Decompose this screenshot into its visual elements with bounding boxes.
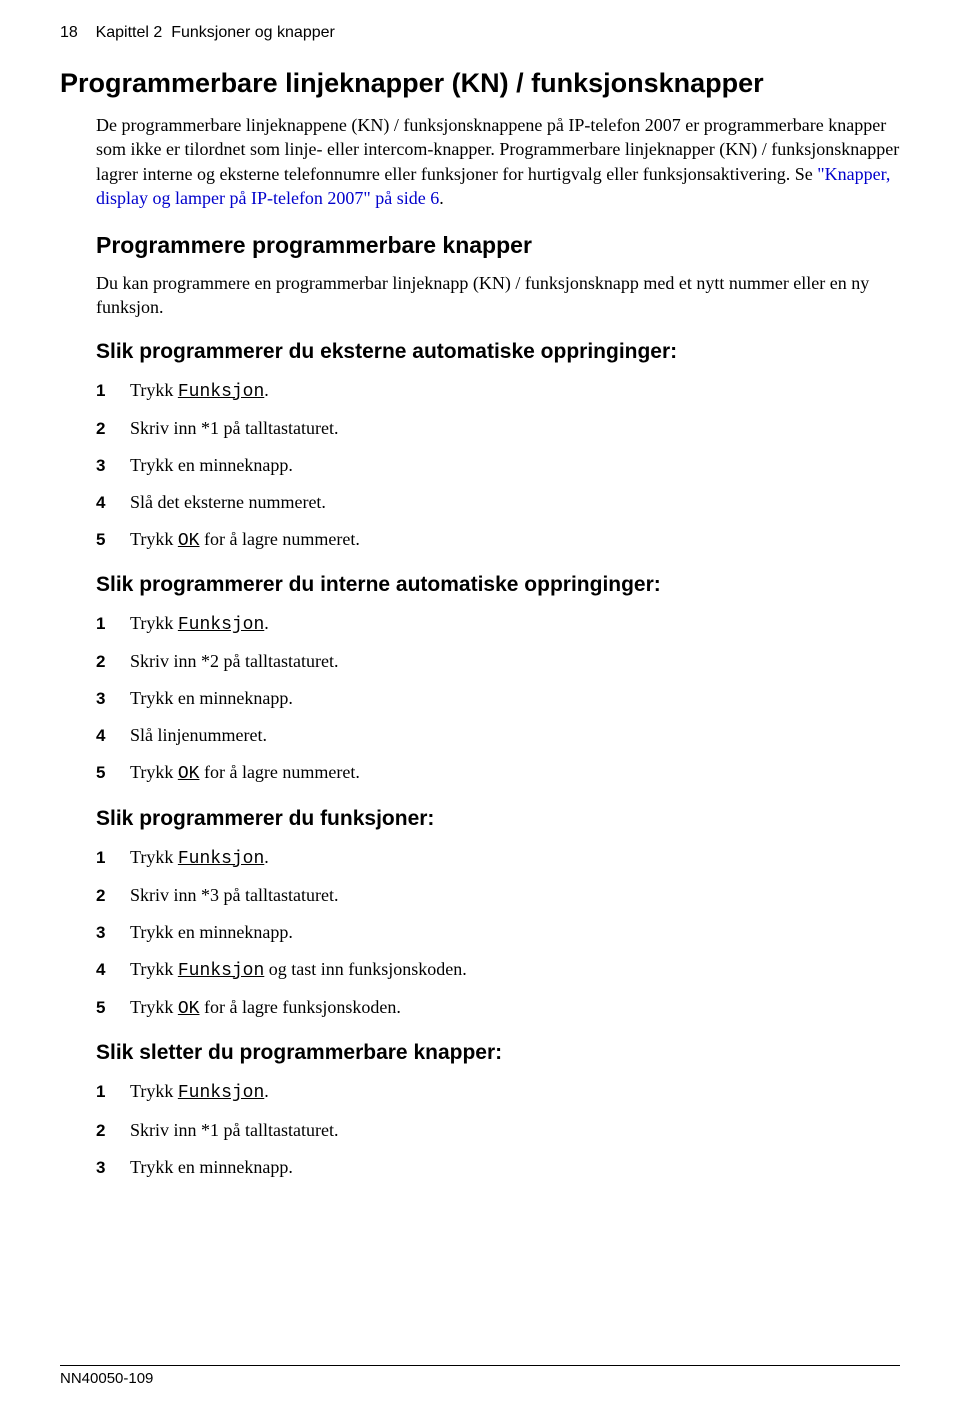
list-item: 4Slå linjenummeret. (96, 723, 900, 748)
step-text: Trykk OK for å lagre nummeret. (130, 760, 360, 786)
step-number: 3 (96, 688, 130, 711)
step-number: 1 (96, 613, 130, 636)
step-number: 3 (96, 922, 130, 945)
heading-3: Slik programmerer du funksjoner: (96, 807, 900, 831)
list-item: 5Trykk OK for å lagre funksjonskoden. (96, 995, 900, 1021)
step-list: 1Trykk Funksjon.2Skriv inn *2 på talltas… (96, 611, 900, 786)
step-text: Trykk OK for å lagre nummeret. (130, 527, 360, 553)
intro-text-1: De programmerbare linjeknappene (KN) / f… (96, 115, 899, 184)
step-number: 3 (96, 1157, 130, 1180)
step-list: 1Trykk Funksjon.2Skriv inn *1 på talltas… (96, 1079, 900, 1179)
list-item: 3Trykk en minneknapp. (96, 1155, 900, 1180)
list-item: 4Trykk Funksjon og tast inn funksjonskod… (96, 957, 900, 983)
step-text: Skriv inn *1 på talltastaturet. (130, 1118, 338, 1142)
list-item: 3Trykk en minneknapp. (96, 453, 900, 478)
softkey-label: Funksjon (178, 849, 264, 869)
list-item: 2Skriv inn *3 på talltastaturet. (96, 883, 900, 908)
list-item: 2Skriv inn *1 på talltastaturet. (96, 1118, 900, 1143)
softkey-label: Funksjon (178, 961, 264, 981)
step-number: 4 (96, 492, 130, 515)
step-text: Trykk Funksjon. (130, 378, 269, 404)
softkey-label: OK (178, 999, 200, 1019)
step-text: Skriv inn *2 på talltastaturet. (130, 649, 338, 673)
step-number: 2 (96, 885, 130, 908)
step-list: 1Trykk Funksjon.2Skriv inn *3 på talltas… (96, 845, 900, 1022)
heading-3: Slik programmerer du eksterne automatisk… (96, 340, 900, 364)
list-item: 1Trykk Funksjon. (96, 611, 900, 637)
step-text: Skriv inn *1 på talltastaturet. (130, 416, 338, 440)
subsection-paragraph: Du kan programmere en programmerbar linj… (96, 271, 900, 320)
heading-3: Slik sletter du programmerbare knapper: (96, 1041, 900, 1065)
step-text: Trykk en minneknapp. (130, 686, 293, 710)
step-text: Trykk OK for å lagre funksjonskoden. (130, 995, 401, 1021)
chapter-title: Funksjoner og knapper (171, 24, 335, 41)
step-list: 1Trykk Funksjon.2Skriv inn *1 på talltas… (96, 378, 900, 553)
step-text: Trykk Funksjon. (130, 611, 269, 637)
step-number: 5 (96, 762, 130, 785)
step-text: Trykk en minneknapp. (130, 1155, 293, 1179)
step-text: Skriv inn *3 på talltastaturet. (130, 883, 338, 907)
step-number: 1 (96, 847, 130, 870)
softkey-label: Funksjon (178, 1083, 264, 1103)
list-item: 1Trykk Funksjon. (96, 845, 900, 871)
step-number: 4 (96, 725, 130, 748)
step-number: 4 (96, 959, 130, 982)
heading-2: Programmere programmerbare knapper (96, 232, 900, 259)
softkey-label: Funksjon (178, 615, 264, 635)
step-number: 2 (96, 1120, 130, 1143)
page-number: 18 (60, 24, 78, 41)
list-item: 5Trykk OK for å lagre nummeret. (96, 760, 900, 786)
sections-container: Slik programmerer du eksterne automatisk… (60, 340, 900, 1180)
softkey-label: Funksjon (178, 382, 264, 402)
softkey-label: OK (178, 764, 200, 784)
step-text: Trykk Funksjon og tast inn funksjonskode… (130, 957, 467, 983)
list-item: 3Trykk en minneknapp. (96, 686, 900, 711)
list-item: 5Trykk OK for å lagre nummeret. (96, 527, 900, 553)
step-number: 2 (96, 418, 130, 441)
page-footer: NN40050-109 (60, 1365, 900, 1387)
list-item: 3Trykk en minneknapp. (96, 920, 900, 945)
step-number: 1 (96, 1081, 130, 1104)
heading-3: Slik programmerer du interne automatiske… (96, 573, 900, 597)
step-number: 2 (96, 651, 130, 674)
chapter-label: Kapittel 2 (96, 24, 163, 41)
page-header: 18 Kapittel 2 Funksjoner og knapper (60, 24, 900, 42)
step-text: Trykk Funksjon. (130, 845, 269, 871)
step-number: 1 (96, 380, 130, 403)
list-item: 2Skriv inn *1 på talltastaturet. (96, 416, 900, 441)
step-number: 5 (96, 529, 130, 552)
step-text: Trykk en minneknapp. (130, 453, 293, 477)
list-item: 1Trykk Funksjon. (96, 1079, 900, 1105)
intro-text-2: . (439, 188, 444, 208)
step-text: Slå det eksterne nummeret. (130, 490, 326, 514)
list-item: 2Skriv inn *2 på talltastaturet. (96, 649, 900, 674)
list-item: 1Trykk Funksjon. (96, 378, 900, 404)
step-number: 3 (96, 455, 130, 478)
step-text: Trykk Funksjon. (130, 1079, 269, 1105)
step-number: 5 (96, 997, 130, 1020)
document-id: NN40050-109 (60, 1370, 153, 1387)
list-item: 4Slå det eksterne nummeret. (96, 490, 900, 515)
step-text: Slå linjenummeret. (130, 723, 267, 747)
softkey-label: OK (178, 531, 200, 551)
step-text: Trykk en minneknapp. (130, 920, 293, 944)
heading-1: Programmerbare linjeknapper (KN) / funks… (60, 68, 900, 99)
intro-paragraph: De programmerbare linjeknappene (KN) / f… (96, 113, 900, 210)
